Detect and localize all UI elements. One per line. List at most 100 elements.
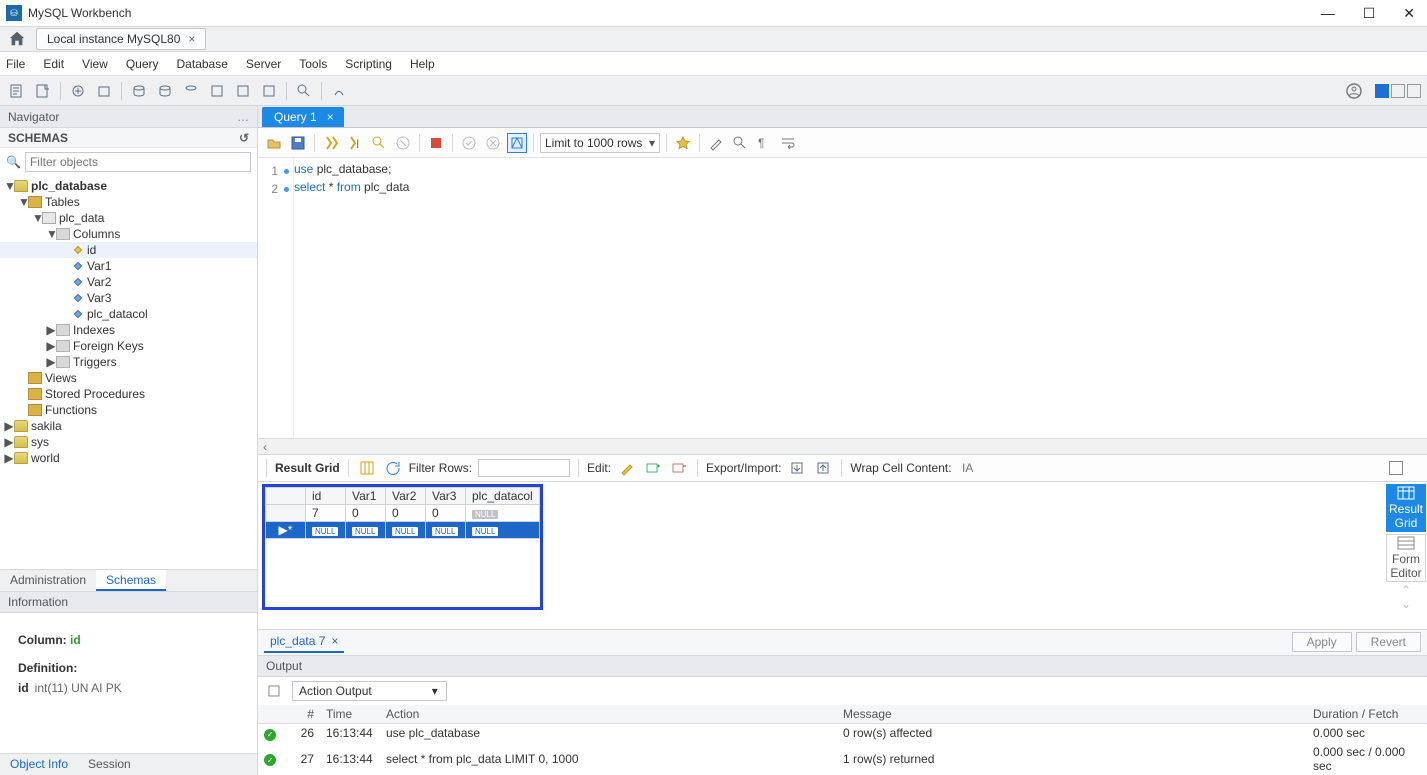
stored-procedures-node[interactable]: ▶Stored Procedures (0, 386, 257, 402)
grid-header[interactable]: id (306, 488, 346, 505)
tb-icon-11[interactable] (293, 80, 315, 102)
schema-sys[interactable]: ▶sys (0, 434, 257, 450)
filter-rows-input[interactable] (478, 459, 570, 477)
explain-icon[interactable] (369, 133, 389, 153)
panel-toggle-mid[interactable] (1391, 84, 1405, 98)
filter-objects-input[interactable] (25, 152, 251, 172)
column-var1[interactable]: Var1 (0, 258, 257, 274)
display-list-icon[interactable] (1407, 461, 1421, 475)
favorite-icon[interactable] (673, 133, 693, 153)
new-sql-icon[interactable] (6, 80, 28, 102)
wrap-cell-icon[interactable]: IA (958, 458, 978, 478)
grid-header[interactable]: Var1 (346, 488, 386, 505)
execute-current-icon[interactable]: I (345, 133, 365, 153)
menu-edit[interactable]: Edit (43, 57, 64, 71)
grid-header[interactable]: Var2 (386, 488, 426, 505)
grid-columns-icon[interactable] (357, 458, 377, 478)
functions-node[interactable]: ▶Functions (0, 402, 257, 418)
views-node[interactable]: ▶Views (0, 370, 257, 386)
query-tab-1[interactable]: Query 1 × (262, 107, 344, 127)
table-plc-data[interactable]: ▼plc_data (0, 210, 257, 226)
column-plc-datacol[interactable]: plc_datacol (0, 306, 257, 322)
schema-world[interactable]: ▶world (0, 450, 257, 466)
tab-schemas[interactable]: Schemas (96, 570, 166, 591)
output-clear-icon[interactable] (264, 681, 284, 701)
delete-row-icon[interactable] (669, 458, 689, 478)
grid-rowhead[interactable] (266, 505, 306, 522)
grid-cell[interactable]: NULL (466, 522, 540, 539)
menu-help[interactable]: Help (410, 57, 435, 71)
rollback-icon[interactable] (483, 133, 503, 153)
column-var3[interactable]: Var3 (0, 290, 257, 306)
new-file-icon[interactable] (32, 80, 54, 102)
add-row-icon[interactable] (643, 458, 663, 478)
row-limit-select[interactable]: Limit to 1000 rows ▾ (540, 133, 660, 153)
tb-icon-9[interactable] (232, 80, 254, 102)
apply-button[interactable]: Apply (1292, 632, 1352, 652)
menu-scripting[interactable]: Scripting (345, 57, 392, 71)
output-row[interactable]: ✓2716:13:44select * from plc_data LIMIT … (258, 743, 1427, 775)
import-icon[interactable] (813, 458, 833, 478)
menu-file[interactable]: File (6, 57, 25, 71)
maximize-button[interactable]: ☐ (1363, 5, 1376, 22)
tab-administration[interactable]: Administration (0, 570, 96, 591)
indexes-node[interactable]: ▶Indexes (0, 322, 257, 338)
tables-node[interactable]: ▼Tables (0, 194, 257, 210)
word-wrap-icon[interactable] (778, 133, 798, 153)
schema-plc-database[interactable]: ▼plc_database (0, 178, 257, 194)
grid-cell[interactable]: 0 (426, 505, 466, 522)
foreign-keys-node[interactable]: ▶Foreign Keys (0, 338, 257, 354)
tb-icon-8[interactable] (206, 80, 228, 102)
menu-query[interactable]: Query (126, 57, 159, 71)
tab-form-editor[interactable]: Form Editor (1386, 534, 1426, 582)
close-result-tab-icon[interactable]: × (331, 634, 338, 648)
tab-object-info[interactable]: Object Info (0, 754, 78, 775)
horizontal-scrollbar[interactable]: ‹ (258, 438, 1427, 454)
grid-cell[interactable]: NULL (306, 522, 346, 539)
navigator-collapse-icon[interactable]: … (237, 110, 249, 124)
grid-cell[interactable]: NULL (466, 505, 540, 522)
refresh-schemas-icon[interactable]: ↺ (239, 131, 249, 145)
close-query-tab-icon[interactable]: × (327, 110, 334, 124)
result-grid[interactable]: idVar1Var2Var3plc_datacol7000NULL▶*NULLN… (262, 484, 543, 610)
minimize-button[interactable]: — (1321, 5, 1335, 22)
menu-server[interactable]: Server (246, 57, 281, 71)
open-file-icon[interactable] (264, 133, 284, 153)
schema-sakila[interactable]: ▶sakila (0, 418, 257, 434)
menu-tools[interactable]: Tools (299, 57, 327, 71)
revert-button[interactable]: Revert (1356, 632, 1421, 652)
tb-icon-6[interactable] (154, 80, 176, 102)
menu-database[interactable]: Database (177, 57, 228, 71)
tb-icon-3[interactable] (67, 80, 89, 102)
panel-toggle-left[interactable] (1375, 84, 1389, 98)
tab-result-grid[interactable]: Result Grid (1386, 484, 1426, 532)
close-tab-icon[interactable]: × (188, 32, 195, 46)
tb-icon-5[interactable] (128, 80, 150, 102)
save-icon[interactable] (288, 133, 308, 153)
find-icon[interactable] (730, 133, 750, 153)
column-var2[interactable]: Var2 (0, 274, 257, 290)
grid-cell[interactable]: 0 (346, 505, 386, 522)
result-set-tab[interactable]: plc_data 7 × (264, 631, 344, 653)
grid-header[interactable]: Var3 (426, 488, 466, 505)
grid-rowhead[interactable]: ▶* (266, 522, 306, 539)
output-row[interactable]: ✓2616:13:44use plc_database0 row(s) affe… (258, 723, 1427, 743)
output-mode-select[interactable]: Action Output ▾ (292, 681, 447, 701)
stop-icon[interactable] (393, 133, 413, 153)
export-icon[interactable] (787, 458, 807, 478)
side-tabs-scroll[interactable]: ⌃⌄ (1401, 582, 1411, 612)
beautify-icon[interactable] (706, 133, 726, 153)
schema-tree[interactable]: ▼plc_database ▼Tables ▼plc_data ▼Columns… (0, 176, 257, 569)
sql-editor[interactable]: 1 2 use plc_database; select * from plc_… (258, 158, 1427, 438)
columns-node[interactable]: ▼Columns (0, 226, 257, 242)
tb-icon-4[interactable] (93, 80, 115, 102)
home-icon[interactable] (8, 30, 26, 48)
connection-tab[interactable]: Local instance MySQL80 × (36, 28, 206, 50)
autocommit-icon[interactable] (507, 133, 527, 153)
tb-icon-10[interactable] (258, 80, 280, 102)
tb-icon-7[interactable] (180, 80, 202, 102)
grid-header[interactable]: plc_datacol (466, 488, 540, 505)
grid-cell[interactable]: NULL (426, 522, 466, 539)
grid-cell[interactable]: 7 (306, 505, 346, 522)
column-id[interactable]: id (0, 242, 257, 258)
